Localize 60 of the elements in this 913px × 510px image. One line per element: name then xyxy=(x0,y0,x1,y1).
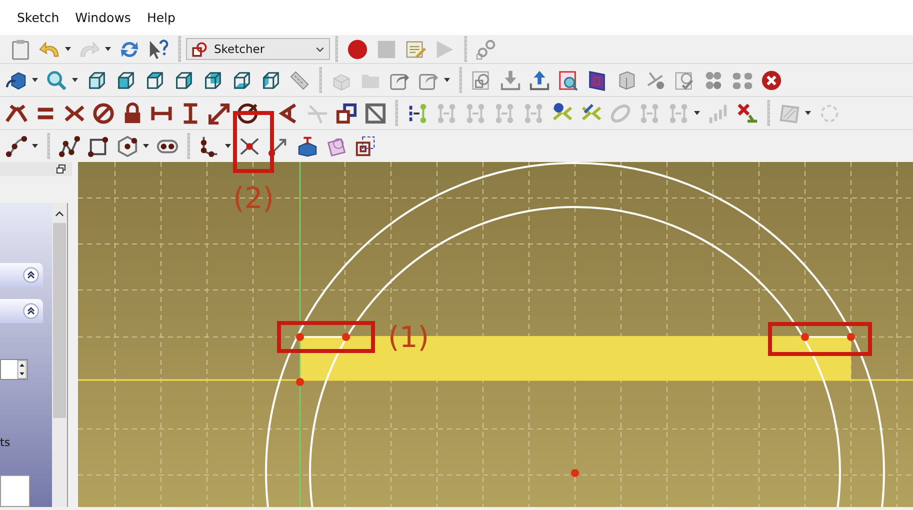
overlapping-squares-icon xyxy=(335,102,358,124)
sketch-point[interactable] xyxy=(847,333,855,341)
scroll-up-icon[interactable] xyxy=(55,211,64,217)
constraint-select-icon xyxy=(522,102,545,124)
option-label: ts xyxy=(0,436,10,449)
square-slash-icon xyxy=(364,102,387,124)
upload-icon xyxy=(528,68,551,92)
spin-field[interactable] xyxy=(0,359,28,380)
zoom-icon xyxy=(45,68,68,92)
collapse-icon[interactable] xyxy=(23,267,39,283)
dropdown-arrow-icon[interactable] xyxy=(443,77,451,83)
cross-icon xyxy=(736,102,759,124)
sketch-point[interactable] xyxy=(296,333,304,341)
dropdown-arrow-icon[interactable] xyxy=(142,143,150,149)
scrollbar-thumb[interactable] xyxy=(53,223,66,418)
diagonal-arrow-icon xyxy=(208,102,231,124)
point-curve-icon xyxy=(5,134,28,158)
chevron-down-icon xyxy=(315,46,325,52)
cursor-question-icon xyxy=(147,38,170,60)
collapse-icon[interactable] xyxy=(23,303,39,319)
dropdown-arrow-icon[interactable] xyxy=(31,77,39,83)
workbench-dropdown[interactable]: Sketcher xyxy=(186,38,330,60)
sketcher-icon xyxy=(191,40,208,58)
sketch-point[interactable] xyxy=(342,333,350,341)
constraint-select-icon xyxy=(493,102,516,124)
offset-square-icon xyxy=(354,134,377,158)
constraint-select-icon xyxy=(464,102,487,124)
menu-item[interactable]: Windows xyxy=(67,10,139,25)
close-icon xyxy=(760,68,783,92)
restore-window-icon[interactable] xyxy=(56,164,66,174)
menu-item[interactable]: Sketch xyxy=(9,10,68,25)
rectangle-icon xyxy=(87,134,110,158)
spin-arrows-icon[interactable] xyxy=(17,360,27,379)
constraint-select-icon xyxy=(435,102,458,124)
ruler-icon xyxy=(288,68,311,92)
gears-icon xyxy=(475,38,498,60)
dropdown-arrow-icon[interactable] xyxy=(31,143,39,149)
block-icon xyxy=(92,102,115,124)
clipboard-icon xyxy=(9,38,32,60)
radius-icon xyxy=(237,102,260,124)
ellipse-icon xyxy=(609,102,632,124)
highlight-frame xyxy=(233,111,274,173)
dropdown-arrow-icon[interactable] xyxy=(64,46,72,52)
dropdown-arrow-icon[interactable] xyxy=(224,143,232,149)
block-clamp-icon xyxy=(296,134,319,158)
dropdown-arrow-icon[interactable] xyxy=(71,77,79,83)
chain-icon xyxy=(638,102,661,124)
chain-icon xyxy=(667,102,690,124)
menu-item[interactable]: Help xyxy=(138,10,184,25)
annotation-label: (1) xyxy=(388,323,430,352)
list-field[interactable] xyxy=(0,475,30,507)
sketch-point[interactable] xyxy=(801,333,809,341)
sketch-point[interactable] xyxy=(296,378,304,386)
download-icon xyxy=(499,68,522,92)
hexagon-icon xyxy=(116,134,139,158)
polyline-icon xyxy=(58,134,81,158)
magnifier-sheet-icon xyxy=(557,68,580,92)
annotation-label: (2) xyxy=(233,184,274,213)
record-icon xyxy=(346,38,369,60)
scrollbar[interactable] xyxy=(52,203,67,507)
